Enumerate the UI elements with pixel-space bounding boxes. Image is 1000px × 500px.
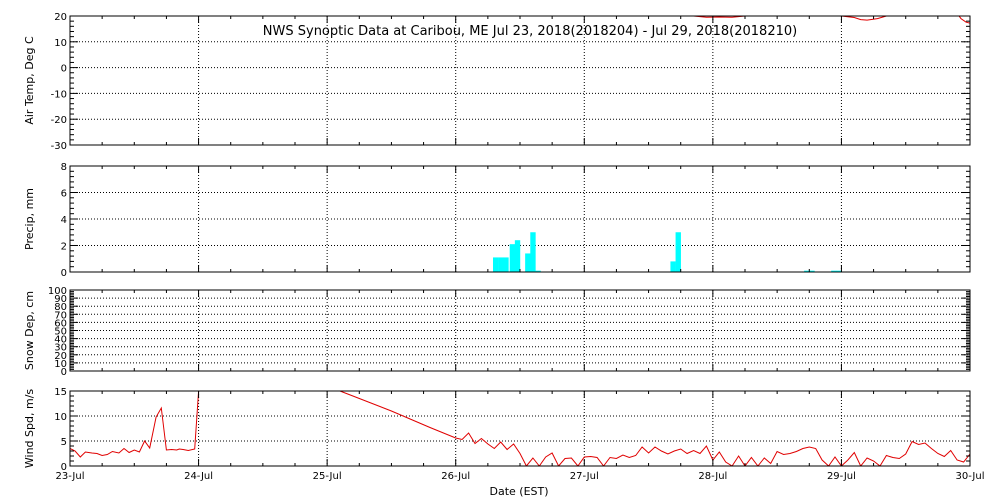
x-tick-label: 24-Jul: [184, 471, 213, 482]
y-tick-label: 20: [54, 12, 67, 23]
x-tick-label: 30-Jul: [956, 471, 985, 482]
precip-bar: [503, 257, 509, 272]
x-tick-label: 29-Jul: [827, 471, 856, 482]
snow-depth-panel: 0102030405060708090100Snow Dep, cm: [23, 286, 971, 378]
y-tick-label: 10: [54, 38, 67, 49]
wind-speed-panel: 051015Wind Spd, m/s: [23, 387, 971, 473]
y-tick-label: 15: [54, 387, 67, 398]
air-temp-y-axis-label: Air Temp, Deg C: [23, 36, 36, 125]
y-tick-label: 10: [54, 412, 67, 423]
x-tick-label: 23-Jul: [56, 471, 85, 482]
precip-bar: [498, 257, 504, 272]
x-tick-label: 28-Jul: [698, 471, 727, 482]
precip-bar: [514, 240, 521, 272]
x-tick-label: 26-Jul: [441, 471, 470, 482]
air-temp-line: [840, 16, 888, 21]
precip-y-axis-label: Precip, mm: [23, 188, 36, 250]
chart-title: NWS Synoptic Data at Caribou, ME Jul 23,…: [263, 24, 797, 39]
wind-speed-y-axis-label: Wind Spd, m/s: [23, 389, 36, 469]
y-tick-label: -10: [51, 89, 67, 100]
wind-speed-line: [339, 391, 970, 466]
y-tick-label: 5: [61, 437, 67, 448]
y-tick-label: 0: [61, 64, 67, 75]
air-temp-data: [691, 16, 970, 24]
x-tick-label: 27-Jul: [570, 471, 599, 482]
y-tick-label: 8: [61, 162, 67, 173]
precip-bar: [670, 261, 676, 272]
wind-speed-data: [70, 391, 970, 466]
precip-data: [493, 232, 842, 272]
snow-depth-y-axis-label: Snow Dep, cm: [23, 291, 36, 370]
y-tick-label: 100: [48, 286, 67, 297]
precip-bar: [530, 232, 536, 272]
y-tick-label: 0: [61, 268, 67, 279]
precip-bar: [493, 257, 499, 272]
y-tick-label: 4: [61, 215, 67, 226]
chart-figure: -30 -20 -10 0 10 20 Air Temp, Deg C 0 2 4 6 8 Precip…: [23, 12, 984, 498]
air-temp-line: [691, 16, 749, 18]
x-axis-label: Date (EST): [489, 485, 548, 498]
precip-panel: 0 2 4 6 8 Precip, mm: [23, 162, 971, 279]
chart-panels: -30 -20 -10 0 10 20 Air Temp, Deg C 0 2 4 6 8 Precip…: [23, 12, 984, 482]
wind-speed-frame: [69, 390, 971, 467]
y-tick-label: 6: [61, 189, 67, 200]
precip-bar: [675, 232, 681, 272]
air-temp-line: [958, 16, 970, 24]
wind-speed-line: [70, 391, 202, 458]
y-tick-label: 2: [61, 242, 67, 253]
y-tick-label: -20: [51, 115, 67, 126]
precip-bar: [525, 253, 531, 272]
x-tick-label: 25-Jul: [313, 471, 342, 482]
precip-bar: [509, 244, 516, 272]
y-tick-label: -30: [51, 141, 67, 152]
